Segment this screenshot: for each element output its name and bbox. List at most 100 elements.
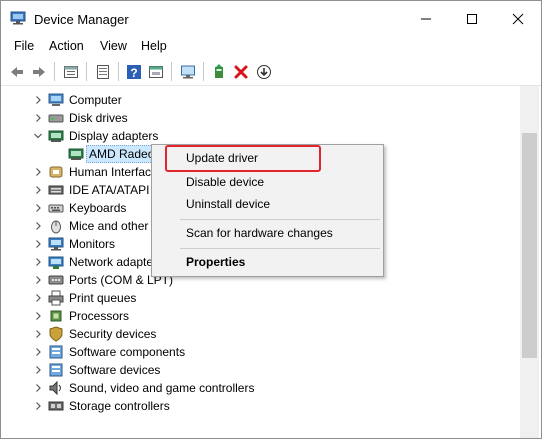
port-icon bbox=[48, 275, 64, 285]
chevron-down-icon[interactable] bbox=[33, 131, 43, 141]
remove-device-button[interactable] bbox=[230, 61, 252, 83]
tree-item-label: Display adapters bbox=[69, 129, 159, 143]
tree-item-label: Monitors bbox=[69, 237, 116, 251]
context-separator bbox=[180, 248, 380, 249]
vertical-scrollbar[interactable] bbox=[520, 86, 539, 438]
context-item-label: Scan for hardware changes bbox=[186, 226, 333, 240]
tree-item-label: Sound, video and game controllers bbox=[69, 381, 255, 395]
menu-file[interactable]: File bbox=[14, 39, 34, 53]
monitor-icon bbox=[48, 237, 64, 251]
tree-item-label: Mice and other bbox=[69, 219, 149, 233]
computer-icon bbox=[48, 93, 64, 106]
chevron-right-icon[interactable] bbox=[33, 95, 43, 105]
remove-icon bbox=[234, 65, 248, 79]
tree-item-label: IDE ATA/ATAPI c bbox=[69, 183, 159, 197]
chevron-right-icon[interactable] bbox=[33, 329, 43, 339]
keyboard-icon bbox=[48, 204, 64, 213]
add-driver-icon bbox=[215, 64, 223, 78]
close-button[interactable] bbox=[495, 1, 541, 36]
context-disable-device[interactable]: Disable device bbox=[152, 171, 383, 193]
chevron-right-icon[interactable] bbox=[33, 365, 43, 375]
device-manager-app-icon bbox=[10, 11, 26, 25]
chevron-right-icon[interactable] bbox=[33, 113, 43, 123]
chevron-right-icon[interactable] bbox=[33, 275, 43, 285]
properties-button[interactable] bbox=[92, 61, 114, 83]
tree-item-label: Print queues bbox=[69, 291, 137, 305]
chevron-right-icon[interactable] bbox=[33, 239, 43, 249]
software-icon bbox=[49, 345, 63, 359]
tree-category-item[interactable]: Software devices bbox=[1, 361, 520, 379]
forward-button[interactable] bbox=[28, 61, 50, 83]
chevron-right-icon[interactable] bbox=[33, 203, 43, 213]
minimize-icon bbox=[421, 18, 431, 19]
menu-help[interactable]: Help bbox=[141, 39, 167, 53]
back-button[interactable] bbox=[6, 61, 28, 83]
chevron-right-icon[interactable] bbox=[33, 221, 43, 231]
tree-category-item[interactable]: Storage controllers bbox=[1, 397, 520, 415]
update-icon bbox=[149, 66, 163, 78]
tree-item-label: Keyboards bbox=[69, 201, 127, 215]
security-icon bbox=[49, 326, 63, 342]
update-button[interactable] bbox=[145, 61, 167, 83]
show-hide-button[interactable] bbox=[60, 61, 82, 83]
close-icon bbox=[512, 13, 524, 24]
chevron-right-icon[interactable] bbox=[33, 293, 43, 303]
show-hide-icon bbox=[64, 66, 78, 78]
tree-item-label: Disk drives bbox=[69, 111, 128, 125]
processor-icon bbox=[50, 310, 62, 322]
context-scan-hardware[interactable]: Scan for hardware changes bbox=[152, 222, 383, 244]
window-title: Device Manager bbox=[34, 12, 129, 27]
add-driver-button[interactable] bbox=[208, 61, 230, 83]
display-adapter-icon bbox=[68, 148, 84, 160]
help-button[interactable]: ? bbox=[123, 61, 145, 83]
context-item-label: Properties bbox=[186, 255, 246, 269]
tree-category-item[interactable]: Disk drives bbox=[1, 109, 520, 127]
tree-category-item[interactable]: Computer bbox=[1, 91, 520, 109]
chevron-right-icon[interactable] bbox=[33, 185, 43, 195]
download-button[interactable] bbox=[253, 61, 275, 83]
title-bar: Device Manager bbox=[1, 1, 541, 36]
chevron-right-icon[interactable] bbox=[33, 311, 43, 321]
scan-hardware-button[interactable] bbox=[177, 61, 199, 83]
tree-item-label: Software devices bbox=[69, 363, 161, 377]
maximize-icon bbox=[467, 13, 477, 24]
maximize-button[interactable] bbox=[449, 1, 495, 36]
back-icon bbox=[11, 67, 23, 77]
tree-item-label: Processors bbox=[69, 309, 130, 323]
tree-item-label: Security devices bbox=[69, 327, 157, 341]
ide-icon bbox=[48, 185, 64, 195]
tree-item-label: Software components bbox=[69, 345, 186, 359]
tree-category-item[interactable]: Processors bbox=[1, 307, 520, 325]
minimize-button[interactable] bbox=[403, 1, 449, 36]
tree-item-label: Computer bbox=[69, 93, 122, 107]
tree-item-label: Storage controllers bbox=[69, 399, 170, 413]
context-properties[interactable]: Properties bbox=[152, 251, 383, 273]
tree-category-item[interactable]: Software components bbox=[1, 343, 520, 361]
hid-icon bbox=[49, 166, 63, 178]
software-icon bbox=[49, 363, 63, 377]
menu-view[interactable]: View bbox=[100, 39, 127, 53]
tree-category-item[interactable]: Sound, video and game controllers bbox=[1, 379, 520, 397]
context-separator bbox=[180, 219, 380, 220]
chevron-right-icon[interactable] bbox=[33, 401, 43, 411]
menu-bar: File Action View Help bbox=[1, 36, 541, 58]
sound-icon bbox=[49, 380, 61, 396]
tree-category-item[interactable]: Print queues bbox=[1, 289, 520, 307]
context-uninstall-device[interactable]: Uninstall device bbox=[152, 193, 383, 215]
tree-item-label: Network adapte bbox=[69, 255, 154, 269]
scrollbar-thumb[interactable] bbox=[522, 133, 537, 358]
menu-action[interactable]: Action bbox=[49, 39, 84, 53]
chevron-right-icon[interactable] bbox=[33, 257, 43, 267]
storage-icon bbox=[48, 401, 64, 411]
context-item-label: Uninstall device bbox=[186, 197, 271, 211]
printer-icon bbox=[48, 290, 64, 306]
monitor-scan-icon bbox=[181, 65, 195, 79]
tree-category-item[interactable]: Display adapters bbox=[1, 127, 520, 145]
chevron-right-icon[interactable] bbox=[33, 167, 43, 177]
forward-icon bbox=[33, 67, 45, 77]
tree-item-label: AMD Radeo bbox=[86, 145, 158, 163]
chevron-right-icon[interactable] bbox=[33, 347, 43, 357]
chevron-right-icon[interactable] bbox=[33, 383, 43, 393]
download-icon bbox=[257, 65, 271, 79]
tree-category-item[interactable]: Security devices bbox=[1, 325, 520, 343]
